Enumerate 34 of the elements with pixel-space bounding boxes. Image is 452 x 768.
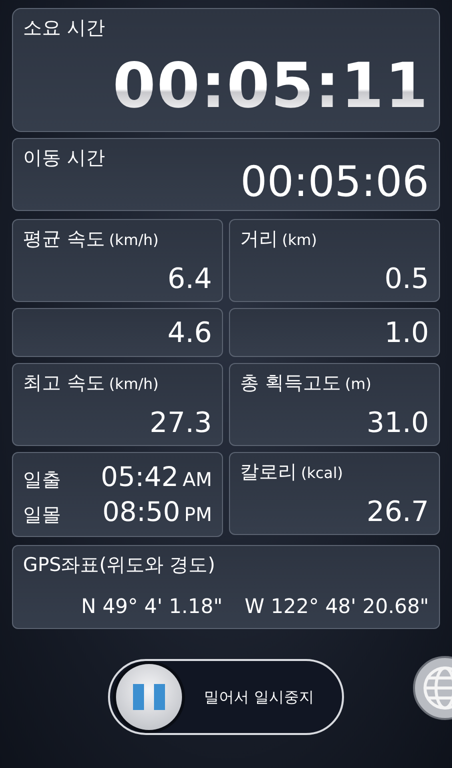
stat-label: 이동 시간	[23, 146, 106, 171]
unit-label: (km)	[282, 231, 318, 249]
stat-label: 소요 시간	[23, 16, 106, 41]
stat-label: GPS좌표(위도와 경도)	[23, 553, 216, 578]
pause-knob[interactable]	[116, 664, 182, 730]
stat-value: 1.0	[384, 316, 429, 349]
stat-value: 0.5	[384, 262, 429, 295]
sun-time: 08:50	[102, 496, 180, 528]
calories-value: 26.7	[366, 495, 429, 528]
stat-value: 31.0	[366, 406, 429, 439]
sun-label: 일출	[23, 468, 61, 492]
slider-label: 밀어서 일시중지	[204, 688, 314, 706]
stat-label: 평균 속도	[23, 227, 106, 252]
pause-icon	[132, 683, 166, 711]
sun-time: 05:42	[100, 462, 179, 492]
unit-label: (km/h)	[109, 375, 159, 393]
period-label: AM	[182, 468, 212, 490]
pause-slider[interactable]: 밀어서 일시중지	[108, 659, 344, 735]
moving-time-value: 00:05:06	[240, 161, 429, 203]
stat-value: 6.4	[167, 262, 212, 295]
unit-label: (m)	[345, 375, 372, 393]
stat-label: 최고 속도	[23, 371, 106, 396]
globe-icon[interactable]	[410, 655, 452, 721]
stat-label: 총 획득고도	[240, 371, 342, 396]
sun-label: 일몰	[23, 502, 61, 528]
stat-label: 거리	[240, 227, 278, 252]
unit-label: (kcal)	[301, 464, 343, 482]
stat-value: 4.6	[167, 316, 212, 349]
latitude-value: N 49° 4' 1.18"	[81, 594, 223, 618]
longitude-value: W 122° 48' 20.68"	[244, 594, 429, 618]
period-label: PM	[184, 504, 212, 526]
unit-label: (km/h)	[109, 231, 159, 249]
stat-value: 27.3	[150, 406, 212, 439]
stat-label: 칼로리	[240, 460, 297, 485]
